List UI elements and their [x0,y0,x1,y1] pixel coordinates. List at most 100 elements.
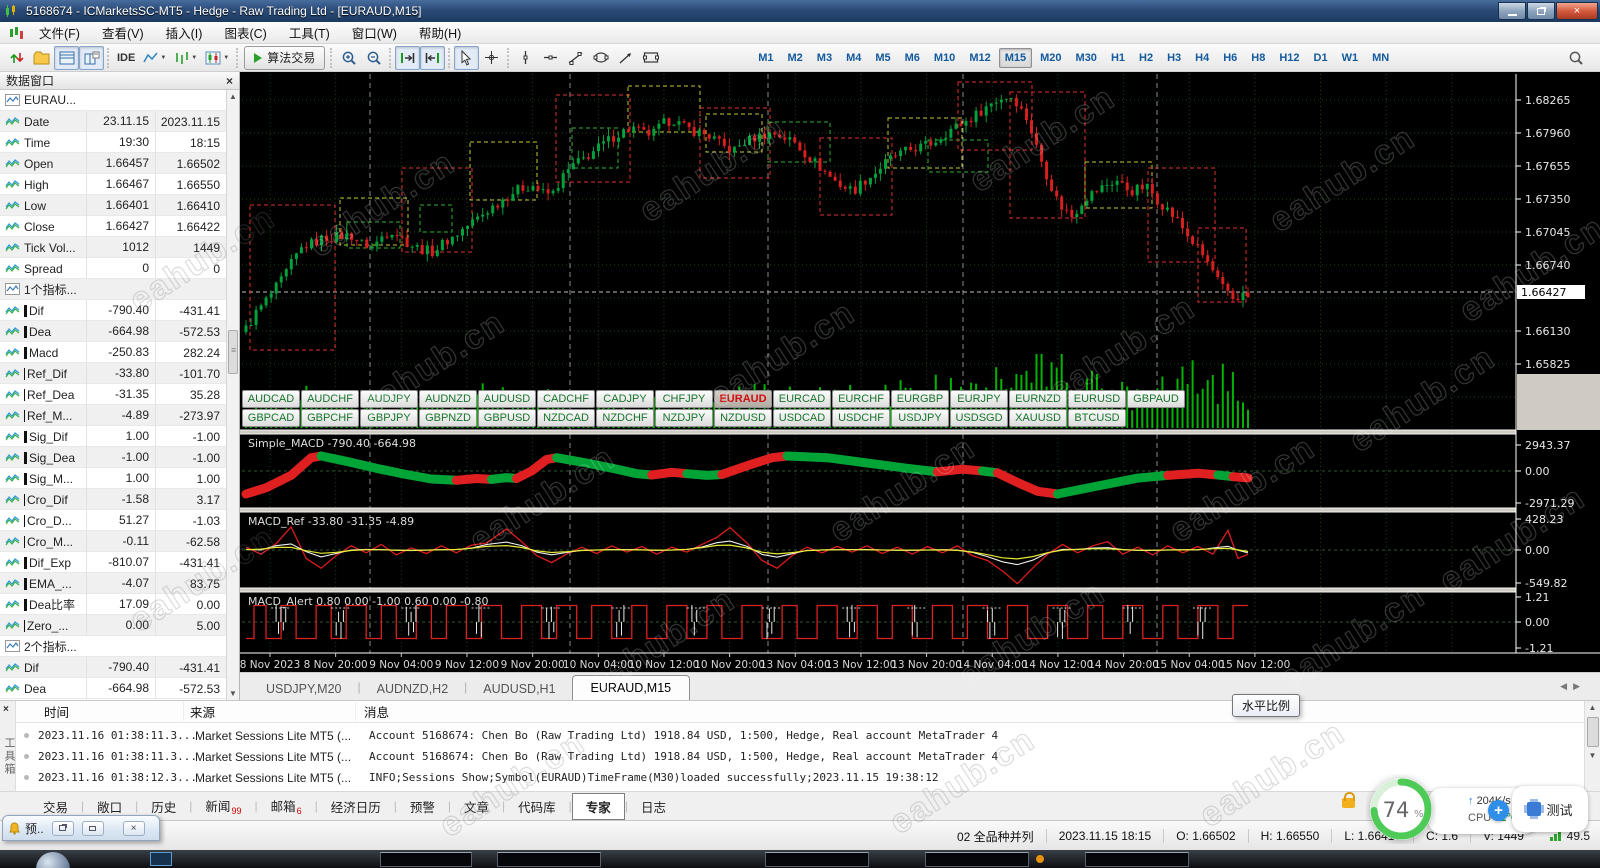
taskbar-window[interactable] [1085,852,1189,867]
add-button[interactable]: + [1488,800,1509,821]
symbol-button-AUDUSD[interactable]: AUDUSD [478,390,536,408]
test-button[interactable]: 测试 [1512,786,1588,832]
symbol-button-NZDCHF[interactable]: NZDCHF [596,409,654,427]
windows-taskbar[interactable] [0,850,1600,868]
data-window-close-icon[interactable]: × [226,74,233,88]
menu-item-1[interactable]: 查看(V) [91,20,155,45]
menu-item-3[interactable]: 图表(C) [213,20,277,45]
data-window-titlebar[interactable]: 数据窗口 × [0,72,239,90]
log-row-0[interactable]: 2023.11.16 01:38:11.3... Market Sessions … [16,725,1584,746]
crosshair-tool[interactable] [479,46,504,70]
timeframe-H12[interactable]: H12 [1273,48,1305,68]
terminal-tab-7[interactable]: 文章 [451,794,502,819]
ide-button[interactable]: IDE [113,46,139,70]
symbol-button-NZDJPY[interactable]: NZDJPY [655,409,713,427]
timeframe-M1[interactable]: M1 [752,48,779,68]
taskbar-app-icon[interactable] [150,852,172,866]
symbol-button-GBPCHF[interactable]: GBPCHF [301,409,359,427]
symbol-button-AUDCAD[interactable]: AUDCAD [242,390,300,408]
bar-chart-button[interactable]: ▼ [170,46,201,70]
symbol-button-CADJPY[interactable]: CADJPY [596,390,654,408]
scroll-thumb[interactable] [228,330,238,374]
timeframe-H3[interactable]: H3 [1161,48,1187,68]
menu-item-0[interactable]: 文件(F) [28,20,91,45]
timeframe-M20[interactable]: M20 [1034,48,1067,68]
timeframe-MN[interactable]: MN [1366,48,1395,68]
symbol-button-GBPAUD[interactable]: GBPAUD [1127,390,1185,408]
timeframe-M12[interactable]: M12 [963,48,996,68]
cursor-tool[interactable] [454,45,480,70]
symbol-button-AUDJPY[interactable]: AUDJPY [360,390,418,408]
taskbar-window[interactable] [765,852,869,867]
system-monitor-widget[interactable]: ↑ 204K/s CPU 52°C 74 % + 测试 [1340,772,1590,848]
scroll-up-icon[interactable]: ▲ [227,90,239,103]
taskbar-window[interactable] [380,852,472,867]
mini-close-icon[interactable]: × [122,820,145,836]
line-chart-button[interactable]: ▼ [139,46,170,70]
timeframe-W1[interactable]: W1 [1336,48,1365,68]
market-watch-toggle[interactable] [54,45,79,70]
column-message[interactable]: 消息 [356,702,1584,721]
terminal-tab-10[interactable]: 日志 [628,794,679,819]
arrow-line-tool[interactable] [613,46,638,70]
trendline-tool[interactable] [563,46,588,70]
mini-restore-icon[interactable] [51,820,74,836]
column-source[interactable]: 来源 [184,702,356,721]
chart-tab-AUDUSDH1[interactable]: AUDUSD,H1 [467,678,571,700]
timeframe-H1[interactable]: H1 [1105,48,1131,68]
timeframe-M10[interactable]: M10 [928,48,961,68]
terminal-tab-8[interactable]: 代码库 [505,794,569,819]
timeframe-H6[interactable]: H6 [1217,48,1243,68]
timeframe-M15[interactable]: M15 [998,47,1033,68]
terminal-close-icon[interactable]: × [3,704,9,715]
timeframe-H4[interactable]: H4 [1189,48,1215,68]
search-icon[interactable] [1563,46,1588,70]
symbol-button-AUDCHF[interactable]: AUDCHF [301,390,359,408]
symbol-button-USDCAD[interactable]: USDCAD [773,409,831,427]
symbol-button-CHFJPY[interactable]: CHFJPY [655,390,713,408]
terminal-tab-3[interactable]: 新闻99 [192,793,254,820]
algo-trading-button[interactable]: 算法交易 [244,45,326,70]
chart-tab-AUDNZDH2[interactable]: AUDNZD,H2 [361,678,465,700]
ellipse-tool[interactable] [588,46,613,70]
data-window-scrollbar[interactable]: ▲ ▼ [226,90,239,700]
symbol-button-GBPNZD[interactable]: GBPNZD [419,409,477,427]
symbol-button-USDJPY[interactable]: USDJPY [891,409,949,427]
symbol-button-GBPUSD[interactable]: GBPUSD [478,409,536,427]
open-file-icon[interactable] [29,46,54,70]
close-button[interactable]: × [1556,2,1598,20]
symbol-button-EURGBP[interactable]: EURGBP [891,390,949,408]
horizontal-line-tool[interactable] [538,46,563,70]
symbol-button-EURJPY[interactable]: EURJPY [950,390,1008,408]
chart-area[interactable]: 1.68265 1.67960 1.67655 1.67350 1.67045 1.667… [240,72,1600,672]
column-time[interactable]: 时间 [16,702,184,721]
scroll-down-icon[interactable]: ▼ [227,687,239,700]
symbol-button-USDSGD[interactable]: USDSGD [950,409,1008,427]
data-window-toggle[interactable] [79,45,104,70]
new-order-icon[interactable] [4,46,29,70]
terminal-tab-5[interactable]: 经济日历 [318,794,394,819]
taskbar-window[interactable] [497,852,601,867]
symbol-button-USDCHF[interactable]: USDCHF [832,409,890,427]
timeframe-M6[interactable]: M6 [899,48,926,68]
terminal-tab-9[interactable]: 专家 [571,792,625,820]
mini-minimize-icon[interactable] [81,820,104,836]
menu-item-2[interactable]: 插入(I) [155,20,214,45]
chart-tab-USDJPYM20[interactable]: USDJPY,M20 [250,678,358,700]
log-row-1[interactable]: 2023.11.16 01:38:11.3... Market Sessions … [16,746,1584,767]
chart-tab-EURAUDM15[interactable]: EURAUD,M15 [571,675,691,700]
terminal-tab-6[interactable]: 预警 [397,794,448,819]
timeframe-H8[interactable]: H8 [1245,48,1271,68]
menu-item-4[interactable]: 工具(T) [278,20,341,45]
terminal-tab-4[interactable]: 邮箱6 [258,793,315,820]
symbol-button-AUDNZD[interactable]: AUDNZD [419,390,477,408]
symbol-button-EURNZD[interactable]: EURNZD [1009,390,1067,408]
timeframe-M5[interactable]: M5 [869,48,896,68]
symbol-button-NZDCAD[interactable]: NZDCAD [537,409,595,427]
zoom-out-icon[interactable] [361,46,386,70]
alerts-mini-window[interactable]: 预.. × [2,815,160,841]
symbol-button-XAUUSD[interactable]: XAUUSD [1009,409,1067,427]
symbol-button-GBPJPY[interactable]: GBPJPY [360,409,418,427]
rectangle-tool[interactable] [638,46,663,70]
symbol-button-EURCHF[interactable]: EURCHF [832,390,890,408]
